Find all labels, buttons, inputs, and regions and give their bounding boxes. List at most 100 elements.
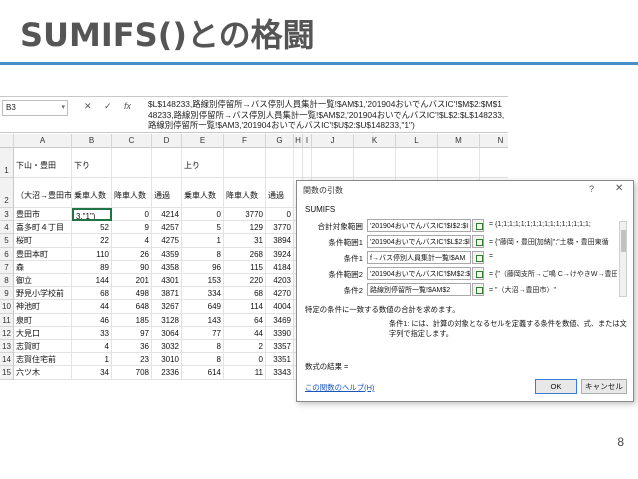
cell-f7[interactable]: 115 [224,260,266,274]
enter-formula-icon[interactable]: ✓ [104,101,112,112]
cell-e13[interactable]: 8 [182,340,224,354]
cell-b12[interactable]: 33 [72,326,112,340]
cell-d4[interactable]: 4257 [152,221,182,235]
cell-a6[interactable]: 豊田本町 [14,247,72,261]
cancel-button[interactable]: キャンセル [581,379,627,394]
row-header-11[interactable]: 11 [0,313,14,327]
cell-m1[interactable] [438,148,480,178]
column-header-a[interactable]: A [14,134,72,148]
function-help-link[interactable]: この関数のヘルプ(H) [305,382,374,393]
cell-f9[interactable]: 68 [224,287,266,301]
column-header-h[interactable]: H [294,134,303,148]
cell-a13[interactable]: 志賀町 [14,340,72,354]
cell-g13[interactable]: 3357 [266,340,294,354]
column-header-n[interactable]: N [480,134,508,148]
cell-g10[interactable]: 4004 [266,300,294,314]
cell-g15[interactable]: 3343 [266,366,294,380]
cell-f3[interactable]: 3770 [224,208,266,222]
cell-g6[interactable]: 3924 [266,247,294,261]
cell-f5[interactable]: 31 [224,234,266,248]
cell-e1[interactable]: 上り [182,148,224,178]
cell-g4[interactable]: 3770 [266,221,294,235]
args-scrollbar[interactable] [619,221,627,297]
cell-f2[interactable]: 降車人数 [224,178,266,208]
cell-f6[interactable]: 268 [224,247,266,261]
cell-g12[interactable]: 3390 [266,326,294,340]
cell-b15[interactable]: 34 [72,366,112,380]
cell-f12[interactable]: 44 [224,326,266,340]
range-picker-icon[interactable] [472,235,484,248]
help-icon[interactable]: ? [589,184,594,194]
arg-input-sum-range[interactable]: '201904おいでんバスIC'!$I$2:$I [367,219,471,232]
cell-a4[interactable]: 喜多町４丁目 [14,221,72,235]
cell-c8[interactable]: 201 [112,274,152,288]
cell-a1[interactable]: 下山・豊田 [14,148,72,178]
cell-c7[interactable]: 90 [112,260,152,274]
cell-k1[interactable] [354,148,396,178]
cell-d10[interactable]: 3267 [152,300,182,314]
column-header-g[interactable]: G [266,134,294,148]
row-header-14[interactable]: 14 [0,353,14,367]
cell-f14[interactable]: 0 [224,353,266,367]
cell-c4[interactable]: 9 [112,221,152,235]
cell-e14[interactable]: 8 [182,353,224,367]
cell-a7[interactable]: 森 [14,260,72,274]
cell-d8[interactable]: 4301 [152,274,182,288]
arg-input-criteria-range2[interactable]: '201904おいでんバスIC'!$M$2:$ [367,267,471,280]
range-picker-icon[interactable] [472,283,484,296]
cell-a12[interactable]: 大見口 [14,326,72,340]
scrollbar-thumb[interactable] [621,230,626,252]
cell-g1[interactable] [266,148,294,178]
cell-f1[interactable] [224,148,266,178]
cell-b14[interactable]: 1 [72,353,112,367]
cell-e11[interactable]: 143 [182,313,224,327]
cell-f15[interactable]: 11 [224,366,266,380]
range-picker-icon[interactable] [472,267,484,280]
cell-b10[interactable]: 44 [72,300,112,314]
ok-button[interactable]: OK [535,379,577,394]
row-header-10[interactable]: 10 [0,300,14,314]
cell-g3[interactable]: 0 [266,208,294,222]
column-header-e[interactable]: E [182,134,224,148]
cell-c10[interactable]: 648 [112,300,152,314]
cell-g2[interactable]: 通過 [266,178,294,208]
cell-a9[interactable]: 野見小学校前 [14,287,72,301]
cell-d14[interactable]: 3010 [152,353,182,367]
cell-d6[interactable]: 4359 [152,247,182,261]
cell-c11[interactable]: 185 [112,313,152,327]
row-header-12[interactable]: 12 [0,326,14,340]
cell-f8[interactable]: 220 [224,274,266,288]
cell-c9[interactable]: 498 [112,287,152,301]
cell-d11[interactable]: 3128 [152,313,182,327]
arg-input-criteria1[interactable]: f→バス停別人員集計一覧!$AM [367,251,471,264]
column-header-f[interactable]: F [224,134,266,148]
cell-g9[interactable]: 4270 [266,287,294,301]
cell-c6[interactable]: 26 [112,247,152,261]
row-header-4[interactable]: 4 [0,221,14,235]
cell-d9[interactable]: 3871 [152,287,182,301]
cell-c13[interactable]: 36 [112,340,152,354]
row-header-3[interactable]: 3 [0,208,14,222]
cell-a8[interactable]: 御立 [14,274,72,288]
name-box[interactable]: B3 ▾ [2,100,68,116]
row-header-8[interactable]: 8 [0,274,14,288]
cell-j1[interactable] [312,148,354,178]
cell-a5[interactable]: 桜町 [14,234,72,248]
cell-e2[interactable]: 乗車人数 [182,178,224,208]
cell-a15[interactable]: 六ツ木 [14,366,72,380]
cell-b2[interactable]: 乗車人数 [72,178,112,208]
cell-f13[interactable]: 2 [224,340,266,354]
cell-a14[interactable]: 志賀住宅前 [14,353,72,367]
cell-c3[interactable]: 0 [112,208,152,222]
column-header-j[interactable]: J [312,134,354,148]
cell-d3[interactable]: 4214 [152,208,182,222]
cell-i1[interactable] [303,148,312,178]
cell-f4[interactable]: 129 [224,221,266,235]
cell-d5[interactable]: 4275 [152,234,182,248]
cell-a3[interactable]: 豊田市 [14,208,72,222]
row-header-2[interactable]: 2 [0,178,14,208]
cell-c1[interactable] [112,148,152,178]
cell-d15[interactable]: 2336 [152,366,182,380]
column-header-m[interactable]: M [438,134,480,148]
cell-e4[interactable]: 5 [182,221,224,235]
